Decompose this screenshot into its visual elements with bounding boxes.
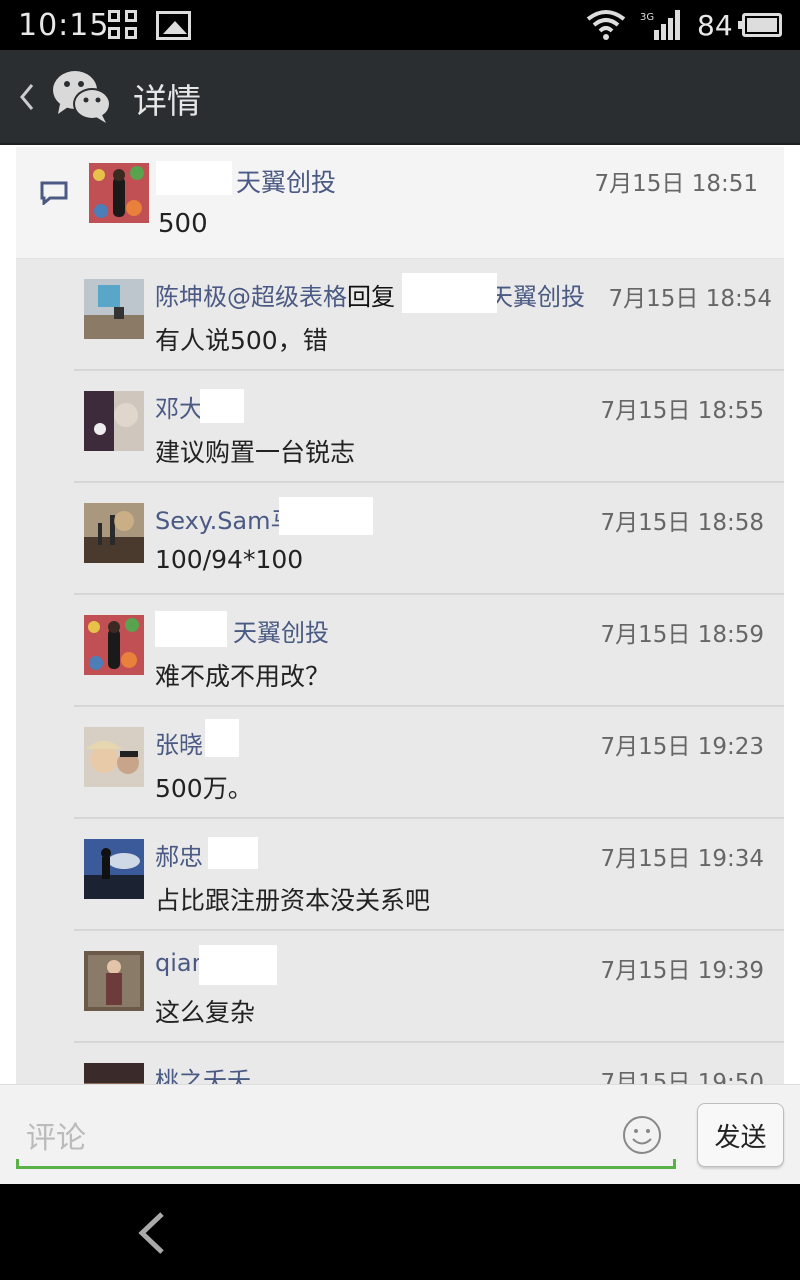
comment-author[interactable]: 陈坤极@超级表格回复 天翼创投 — [155, 277, 585, 312]
avatar[interactable] — [84, 279, 144, 339]
comment-time: 7月15日 19:23 — [600, 734, 765, 760]
comment-author[interactable]: Sexy.Sam马 — [155, 501, 295, 536]
wechat-logo-icon — [53, 71, 111, 123]
list-item[interactable]: 天翼创投 7月15日 18:59 难不成不用改？ — [74, 595, 784, 707]
post-author[interactable]: 天翼创投 — [236, 163, 336, 199]
smiley-icon[interactable] — [622, 1115, 662, 1155]
list-item[interactable]: qian 7月15日 19:39 这么复杂 — [74, 931, 784, 1043]
avatar[interactable] — [89, 163, 149, 223]
comment-time: 7月15日 19:34 — [600, 846, 765, 872]
redaction — [156, 161, 232, 195]
battery-icon — [738, 13, 782, 37]
list-item[interactable]: 陈坤极@超级表格回复 天翼创投 7月15日 18:54 有人说500，错 — [74, 259, 784, 371]
list-item[interactable]: Sexy.Sam马 7月15日 18:58 100/94*100 — [74, 483, 784, 595]
nav-back-icon[interactable] — [134, 1210, 170, 1256]
title-bar: 详情 — [0, 50, 800, 145]
comment-input[interactable] — [26, 1115, 606, 1161]
comment-author[interactable]: 邓大 — [155, 389, 203, 424]
comment-time: 7月15日 18:59 — [600, 622, 765, 648]
comment-text: 这么复杂 — [155, 998, 256, 1027]
comment-text: 500万。 — [155, 774, 253, 803]
svg-text:3G: 3G — [640, 12, 654, 23]
avatar[interactable] — [84, 727, 144, 787]
list-item[interactable]: 张晓 7月15日 19:23 500万。 — [74, 707, 784, 819]
signal-3g-icon: 3G — [640, 10, 680, 40]
detail-content[interactable]: 天翼创投 7月15日 18:51 500 陈坤极@超级表格回复 天翼创投 7月15… — [0, 147, 800, 1084]
redaction — [208, 837, 258, 869]
battery-level: 84 — [697, 9, 733, 42]
comment-text: 建议购置一台锐志 — [155, 438, 356, 467]
status-bar: 10:15 3G 84 — [0, 0, 800, 50]
redaction — [200, 389, 244, 423]
comment-text: 难不成不用改？ — [155, 662, 331, 691]
status-time: 10:15 — [18, 8, 110, 43]
comment-time: 7月15日 18:55 — [600, 398, 765, 424]
avatar[interactable] — [84, 503, 144, 563]
redaction — [199, 945, 277, 985]
wifi-icon — [586, 10, 626, 40]
comment-text: 有人说500，错 — [155, 326, 328, 355]
comment-input-bar: 发送 — [0, 1084, 800, 1184]
redaction — [205, 719, 239, 757]
avatar[interactable] — [84, 1063, 144, 1084]
original-post: 天翼创投 7月15日 18:51 500 — [16, 147, 784, 259]
system-nav-bar — [0, 1184, 800, 1280]
comment-text: 100/94*100 — [155, 545, 304, 574]
list-item[interactable]: 桃之夭夭 7月15日 19:50 — [74, 1043, 784, 1084]
redaction — [279, 497, 373, 535]
page-title: 详情 — [133, 82, 201, 122]
comment-time: 7月15日 19:50 — [600, 1070, 765, 1084]
comment-time: 7月15日 19:39 — [600, 958, 765, 984]
avatar[interactable] — [84, 951, 144, 1011]
list-item[interactable]: 邓大 7月15日 18:55 建议购置一台锐志 — [74, 371, 784, 483]
comment-author[interactable]: 郝忠 — [155, 837, 203, 872]
post-text: 500 — [158, 209, 208, 239]
grid-icon — [108, 10, 139, 41]
post-time: 7月15日 18:51 — [594, 171, 759, 197]
comment-text: 占比跟注册资本没关系吧 — [155, 886, 431, 915]
back-chevron-icon[interactable] — [14, 77, 40, 117]
send-button[interactable]: 发送 — [697, 1103, 784, 1167]
avatar[interactable] — [84, 839, 144, 899]
comment-list: 陈坤极@超级表格回复 天翼创投 7月15日 18:54 有人说500，错 邓大 7… — [16, 259, 784, 1084]
image-icon — [156, 11, 191, 40]
redaction — [402, 273, 497, 313]
avatar[interactable] — [84, 391, 144, 451]
comment-time: 7月15日 18:58 — [600, 510, 765, 536]
comment-field[interactable] — [16, 1111, 676, 1169]
comment-author[interactable]: 天翼创投 — [233, 613, 329, 648]
avatar[interactable] — [84, 615, 144, 675]
comment-icon — [40, 181, 68, 205]
list-item[interactable]: 郝忠 7月15日 19:34 占比跟注册资本没关系吧 — [74, 819, 784, 931]
comment-time: 7月15日 18:54 — [608, 286, 773, 312]
comment-author[interactable]: 桃之夭夭 — [155, 1061, 251, 1084]
redaction — [155, 611, 227, 647]
comment-author[interactable]: 张晓 — [155, 725, 203, 760]
